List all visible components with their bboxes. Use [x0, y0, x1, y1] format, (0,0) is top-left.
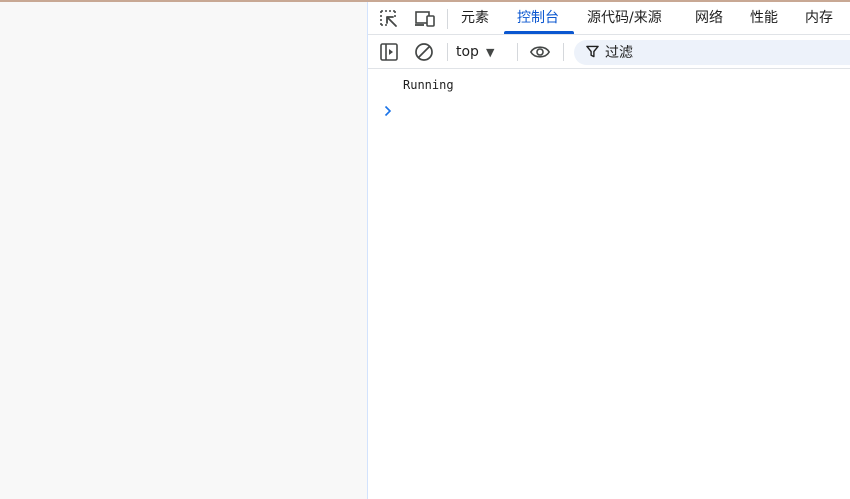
js-context-select[interactable]: top ▼: [456, 41, 494, 63]
device-toolbar-icon[interactable]: [414, 8, 436, 30]
tab-memory[interactable]: 内存: [805, 2, 833, 35]
filter-icon: [586, 43, 599, 62]
caret-down-icon: ▼: [485, 45, 495, 59]
toggle-sidebar-icon[interactable]: [378, 41, 400, 63]
toolbar-divider: [517, 43, 518, 61]
tab-network[interactable]: 网络: [695, 2, 723, 35]
devtools-tab-bar: 元素 控制台 源代码/来源 网络 性能 内存: [368, 2, 850, 35]
console-message: Running: [403, 78, 454, 92]
live-expression-icon[interactable]: [529, 41, 551, 63]
page-viewport[interactable]: [0, 2, 367, 499]
devtools-panel: 元素 控制台 源代码/来源 网络 性能 内存 top ▼ 过滤 Running: [367, 2, 850, 499]
console-output[interactable]: Running: [368, 69, 850, 499]
filter-input[interactable]: [605, 44, 825, 61]
toolbar-divider: [447, 43, 448, 61]
tab-sources[interactable]: 源代码/来源: [587, 2, 662, 35]
tab-bar-divider: [447, 9, 448, 29]
toolbar-divider: [563, 43, 564, 61]
context-select-value: top: [456, 44, 479, 60]
clear-console-icon[interactable]: [413, 41, 435, 63]
tab-performance[interactable]: 性能: [750, 2, 778, 35]
active-tab-indicator: [504, 31, 574, 34]
console-prompt-chevron-icon[interactable]: [382, 103, 394, 119]
inspect-element-icon[interactable]: [378, 8, 400, 30]
console-toolbar: top ▼: [368, 35, 850, 69]
filter-box[interactable]: [574, 40, 850, 65]
tab-elements[interactable]: 元素: [461, 2, 489, 35]
